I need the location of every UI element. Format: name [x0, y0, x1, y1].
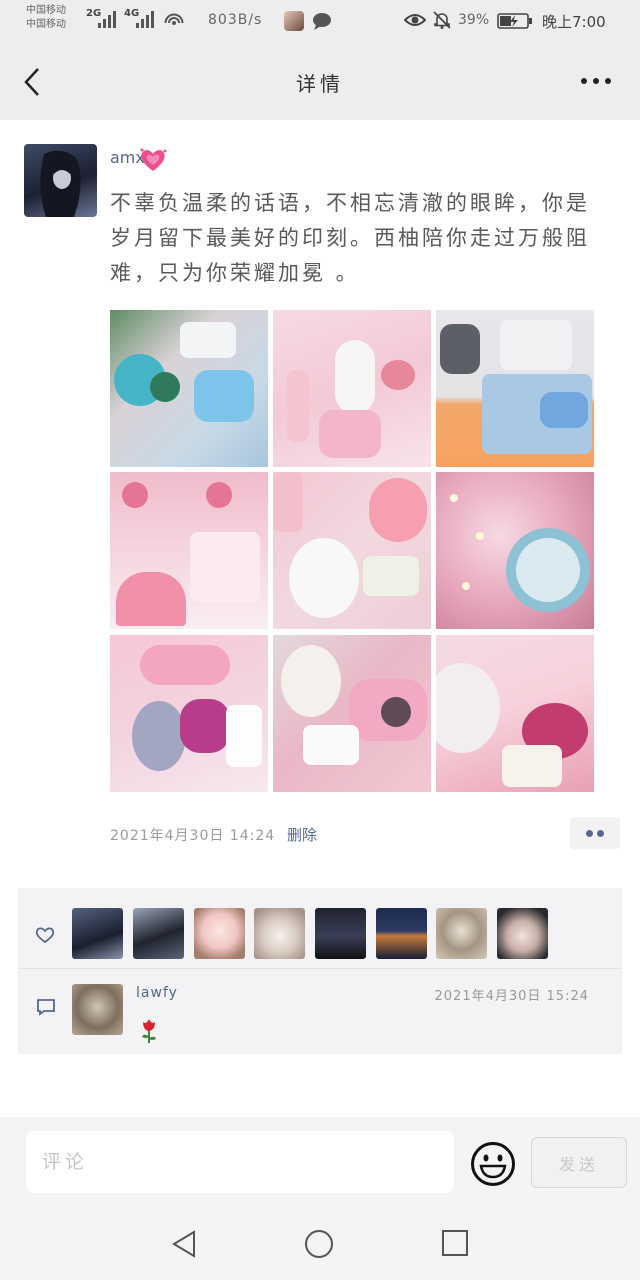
commenter-avatar[interactable] — [72, 984, 123, 1035]
post-date: 2021年4月30日 14:24 — [110, 828, 276, 844]
carrier-2: 中国移动 — [26, 19, 66, 30]
battery-charging-icon — [497, 13, 532, 29]
nav-back-icon[interactable] — [170, 1229, 198, 1259]
avatar-dark-girl-2[interactable] — [133, 908, 184, 959]
photo-grid — [110, 310, 596, 792]
sparkling-heart-icon — [140, 148, 167, 171]
net-speed: 803B/s — [208, 12, 263, 28]
photo-pink-box-bunny-camera[interactable] — [273, 310, 431, 467]
status-bar: 中国移动 中国移动 2G 4G 803B/s 39% 晚上7:00 — [0, 0, 640, 42]
comment-input[interactable] — [26, 1131, 454, 1193]
nav-header: 详情 — [0, 42, 640, 120]
eye-icon — [404, 14, 426, 26]
photo-white-plush-alpaca-box[interactable] — [273, 472, 431, 629]
chat-bubble-icon — [313, 13, 331, 30]
commenter-name[interactable]: lawfy — [136, 985, 178, 1001]
author-avatar[interactable] — [24, 144, 97, 217]
more-dots-icon[interactable] — [580, 77, 612, 85]
like-comment-options-button[interactable] — [570, 817, 620, 849]
rose-icon — [142, 1019, 156, 1043]
avatar-couple-night[interactable] — [376, 908, 427, 959]
likes-comments-panel: lawfy 2021年4月30日 15:24 — [18, 888, 622, 1054]
avatar-girl-night[interactable] — [315, 908, 366, 959]
nav-recent-icon[interactable] — [441, 1229, 469, 1257]
panel-divider — [18, 968, 622, 969]
photo-rose-petals-box[interactable] — [436, 635, 594, 792]
signal-icon — [136, 10, 154, 28]
photo-fairy-lights-music-box[interactable] — [436, 472, 594, 629]
comment-icon — [37, 999, 55, 1016]
send-button[interactable]: 发送 — [531, 1137, 627, 1188]
photo-blue-gift-box-camera[interactable] — [436, 310, 594, 467]
page-title: 详情 — [296, 72, 344, 96]
battery-percent: 39% — [458, 12, 490, 28]
avatar-girl-cap[interactable] — [497, 908, 548, 959]
avatar-pug[interactable] — [436, 908, 487, 959]
carrier-1: 中国移动 — [26, 5, 66, 16]
bell-off-icon — [433, 11, 451, 29]
avatar-anime-girl[interactable] — [194, 908, 245, 959]
status-time: 晚上7:00 — [542, 13, 606, 31]
photo-doll-gift-box[interactable] — [110, 635, 268, 792]
nav-home-icon[interactable] — [304, 1229, 334, 1259]
photo-gift-box-fan-camera[interactable] — [110, 310, 268, 467]
delete-link[interactable]: 删除 — [287, 824, 317, 845]
photo-plush-pig-camera[interactable] — [273, 635, 431, 792]
system-nav-bar — [0, 1207, 640, 1280]
post-text: 不辜负温柔的话语，不相忘清澈的眼眸，你是岁月留下最美好的印刻。西柚陪你走过万般阻… — [110, 191, 590, 285]
signal-icon — [98, 10, 116, 28]
smiley-icon[interactable] — [470, 1141, 516, 1187]
avatar-kitten[interactable] — [254, 908, 305, 959]
heart-outline-icon — [35, 927, 55, 944]
comment-date: 2021年4月30日 15:24 — [434, 989, 589, 1004]
avatar-dark-girl-1[interactable] — [72, 908, 123, 959]
photo-flamingo-gift-box[interactable] — [110, 472, 268, 629]
notification-avatar — [284, 11, 304, 31]
wifi-hotspot-icon — [164, 13, 184, 25]
comment-input-bar: 发送 — [0, 1117, 640, 1207]
carrier-labels: 中国移动 中国移动 — [26, 4, 66, 32]
